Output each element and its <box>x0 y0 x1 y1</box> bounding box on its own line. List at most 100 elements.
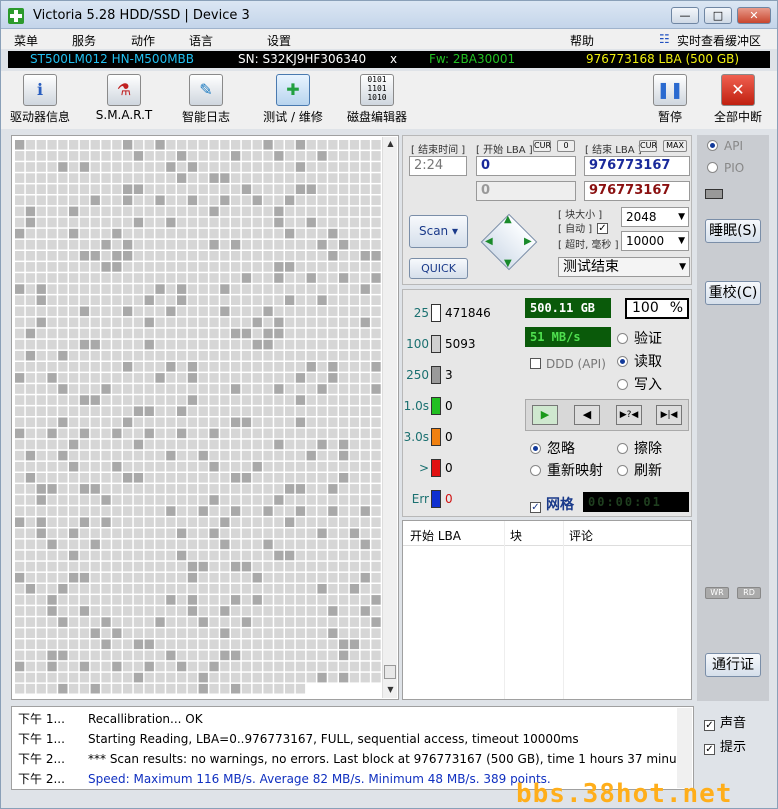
test-status-select[interactable]: 测试结束 ▼ <box>558 257 690 277</box>
direction-pad[interactable]: ▲ ▼ ◀ ▶ <box>479 212 539 274</box>
disk-editor-button[interactable]: 0101 1101 1010 磁盘编辑器 <box>341 74 413 128</box>
scan-block <box>339 639 349 650</box>
back-icon[interactable]: ◀ <box>574 405 600 425</box>
scan-block <box>317 672 327 683</box>
write-radio[interactable]: 写入 <box>617 374 662 394</box>
col-comment[interactable]: 评论 <box>569 527 593 544</box>
block-size-select[interactable]: 2048 ▼ <box>621 207 689 227</box>
scan-block <box>317 140 327 150</box>
scan-block <box>25 506 36 516</box>
device-close-x[interactable]: x <box>390 51 397 68</box>
scan-block <box>15 206 25 217</box>
stop-all-button[interactable]: ✕ 全部中断 <box>708 74 768 128</box>
remap-radio[interactable]: 重新映射 <box>530 460 603 480</box>
verify-radio[interactable]: 验证 <box>617 328 662 348</box>
arrow-down-icon[interactable]: ▼ <box>504 258 512 269</box>
end-max-button[interactable]: MAX <box>663 140 687 152</box>
smart-log-button[interactable]: ✎ 智能日志 <box>171 74 241 128</box>
close-button[interactable]: ✕ <box>737 7 771 24</box>
menu-item-action[interactable]: 动作 <box>131 32 155 49</box>
log-time: 下午 1... <box>18 732 65 746</box>
grid-scrollbar[interactable]: ▲ ▼ <box>382 137 397 698</box>
pio-radio[interactable]: PIO <box>707 161 744 175</box>
skip-step-icon[interactable]: ▶?◀ <box>616 405 642 425</box>
title-bar[interactable]: Victoria 5.28 HDD/SSD | Device 3 — □ ✕ <box>1 1 777 29</box>
scroll-down-icon[interactable]: ▼ <box>383 683 398 697</box>
read-radio[interactable]: 读取 <box>617 351 662 371</box>
scan-block <box>187 306 198 317</box>
sleep-button[interactable]: 睡眠(S) <box>705 219 761 243</box>
menu-item-settings[interactable]: 设置 <box>267 32 291 49</box>
scan-block <box>144 306 154 317</box>
ddd-api-checkbox[interactable]: DDD (API) <box>530 357 606 371</box>
scan-block <box>285 661 295 672</box>
scan-block <box>274 317 284 328</box>
scan-block <box>79 228 90 239</box>
scan-block <box>155 273 165 283</box>
pause-button[interactable]: ❚❚ 暂停 <box>645 74 695 128</box>
menu-item-help[interactable]: 帮助 <box>570 32 594 49</box>
scan-block <box>339 395 349 405</box>
quick-button[interactable]: QUICK <box>409 258 468 279</box>
erase-radio[interactable]: 擦除 <box>617 438 662 458</box>
menu-item-service[interactable]: 服务 <box>72 32 96 49</box>
api-radio[interactable]: API <box>707 139 743 153</box>
arrow-right-icon[interactable]: ▶ <box>524 236 532 247</box>
menu-item-menu[interactable]: 菜单 <box>14 32 38 49</box>
scan-block <box>112 306 122 317</box>
start-zero-button[interactable]: 0 <box>557 140 575 152</box>
scan-mode-button[interactable]: Scan ▾ <box>409 215 468 248</box>
refresh-radio[interactable]: 刷新 <box>617 460 662 480</box>
scan-block <box>198 584 208 594</box>
start-cur-button[interactable]: CUR <box>533 140 551 152</box>
minimize-button[interactable]: — <box>671 7 699 24</box>
col-start-lba[interactable]: 开始 LBA <box>410 527 461 544</box>
scan-block <box>306 628 316 638</box>
device-info-bar[interactable]: ST500LM012 HN-M500MBB SN: S32KJ9HF306340… <box>8 51 770 68</box>
scan-block <box>90 484 100 494</box>
smart-button[interactable]: ⚗ S.M.A.R.T <box>89 74 159 128</box>
scan-block <box>155 561 165 572</box>
play-icon[interactable]: ▶ <box>532 405 558 425</box>
ignore-radio[interactable]: 忽略 <box>530 438 575 458</box>
maximize-button[interactable]: □ <box>704 7 732 24</box>
scan-block <box>274 473 284 483</box>
scan-block <box>155 506 165 516</box>
scan-block <box>144 650 154 661</box>
log-scrollbar[interactable] <box>677 708 692 788</box>
driver-info-button[interactable]: ℹ 驱动器信息 <box>5 74 75 128</box>
arrow-left-icon[interactable]: ◀ <box>485 236 493 247</box>
scan-block <box>47 228 57 239</box>
scan-block <box>328 417 338 428</box>
realtime-buffer-link[interactable]: 实时查看缓冲区 <box>677 32 761 49</box>
scroll-thumb[interactable] <box>384 665 396 679</box>
end-cur-button[interactable]: CUR <box>639 140 657 152</box>
skip-end-icon[interactable]: ▶|◀ <box>656 405 682 425</box>
scan-block <box>69 162 79 172</box>
scan-block <box>371 239 381 250</box>
test-repair-button[interactable]: ✚ 测试 / 维修 <box>256 74 330 128</box>
passport-button[interactable]: 通行证 <box>705 653 761 677</box>
grid-checkbox[interactable]: ✓ 网格 <box>530 494 574 514</box>
recalibrate-button[interactable]: 重校(C) <box>705 281 761 305</box>
arrow-up-icon[interactable]: ▲ <box>504 214 512 225</box>
hints-checkbox[interactable]: ✓ 提示 <box>704 736 746 755</box>
scan-block <box>133 195 144 206</box>
start-lba-input[interactable]: 0 <box>476 156 576 176</box>
scan-block <box>285 228 295 239</box>
end-time-input[interactable]: 2:24 <box>409 156 467 176</box>
scan-block <box>274 595 284 605</box>
scan-block <box>123 295 133 305</box>
end-lba-input[interactable]: 976773167 <box>584 156 690 176</box>
scan-block <box>123 373 133 383</box>
menu-item-language[interactable]: 语言 <box>189 32 213 49</box>
scroll-up-icon[interactable]: ▲ <box>383 137 398 151</box>
sound-checkbox[interactable]: ✓ 声音 <box>704 712 746 731</box>
scan-block <box>133 572 144 583</box>
timeout-select[interactable]: 10000 ▼ <box>621 231 689 251</box>
scan-block <box>112 650 122 661</box>
scan-block <box>36 339 46 350</box>
auto-checkbox[interactable]: ✓ <box>597 219 613 234</box>
col-block[interactable]: 块 <box>510 527 522 544</box>
scan-block <box>166 339 176 350</box>
